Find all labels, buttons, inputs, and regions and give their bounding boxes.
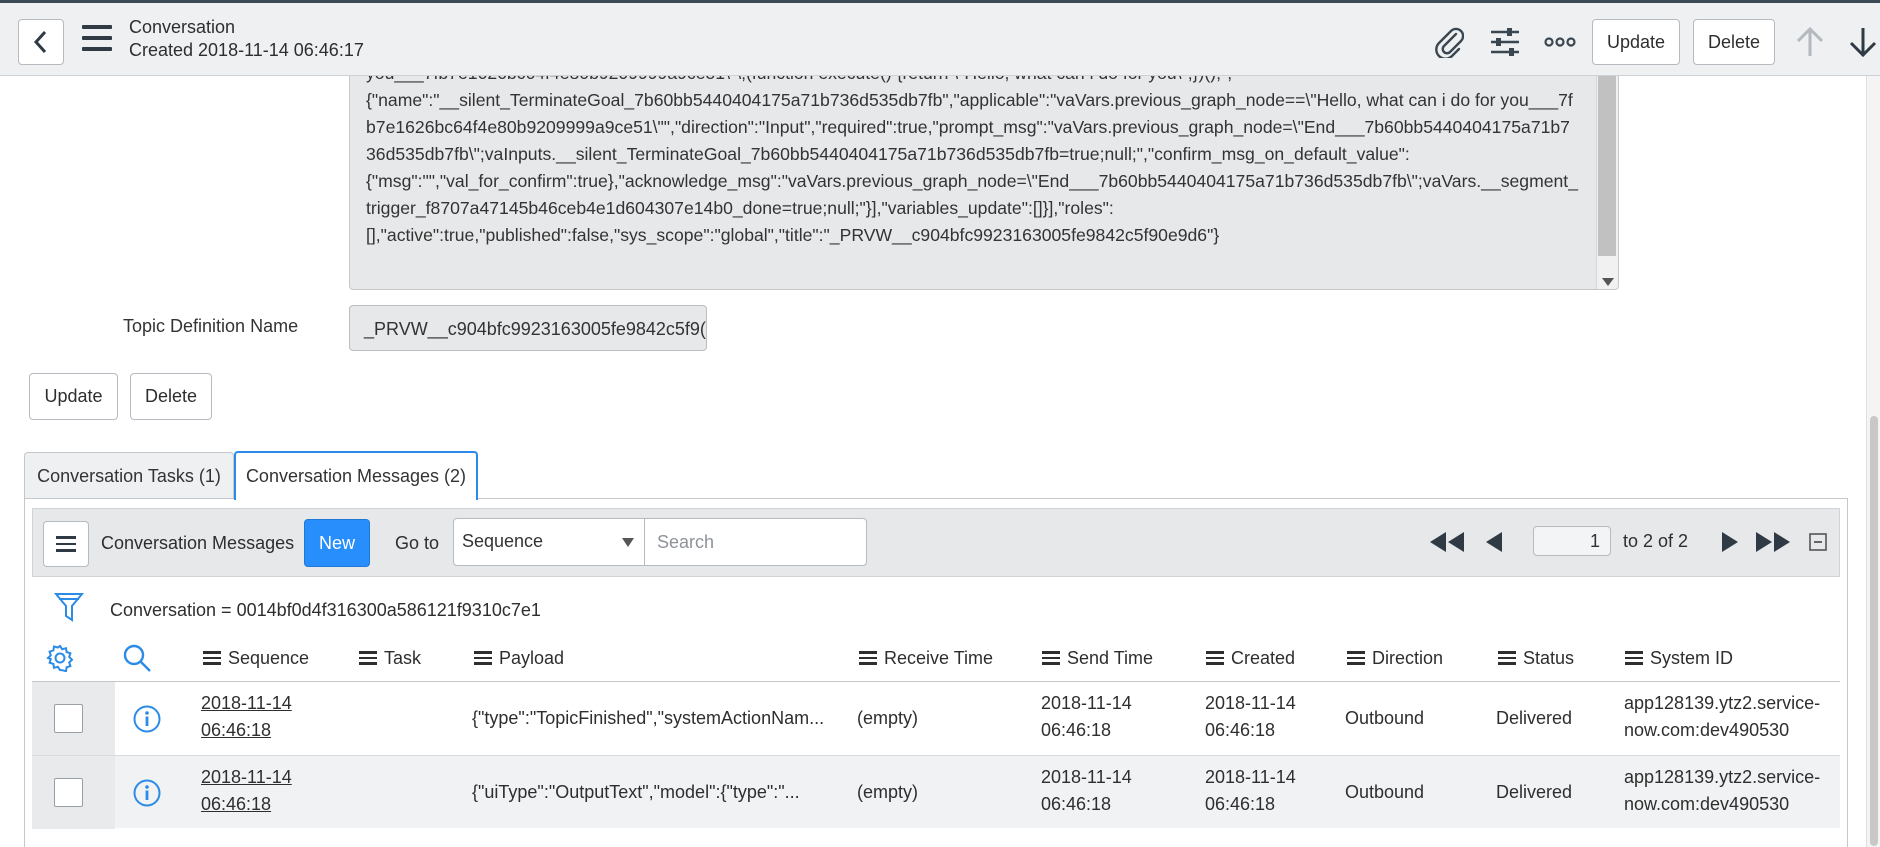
payload-cell: {"uiType":"OutputText","model":{"type":"… bbox=[472, 782, 800, 802]
dropdown-arrow-icon bbox=[622, 538, 634, 547]
sequence-link[interactable]: 2018-11-14 06:46:18 bbox=[201, 690, 292, 744]
form-update-button[interactable]: Update bbox=[29, 373, 118, 420]
menu-icon[interactable] bbox=[82, 25, 112, 51]
list-settings-icon[interactable] bbox=[46, 644, 74, 672]
receive-time-cell: (empty) bbox=[857, 708, 919, 728]
column-header-send-time[interactable]: Send Time bbox=[1042, 646, 1153, 670]
page-number-input[interactable] bbox=[1533, 526, 1611, 556]
list-title: Conversation Messages bbox=[101, 533, 295, 553]
column-header-receive-time[interactable]: Receive Time bbox=[859, 646, 993, 670]
column-header-payload[interactable]: Payload bbox=[474, 646, 564, 670]
page-range-text: to 2 of 2 bbox=[1623, 531, 1689, 551]
direction-cell: Outbound bbox=[1345, 782, 1425, 802]
tab-conversation-tasks[interactable]: Conversation Tasks (1) bbox=[24, 452, 234, 499]
created-cell: 2018-11-14 06:46:18 bbox=[1205, 767, 1296, 814]
receive-time-cell: (empty) bbox=[857, 782, 919, 802]
status-cell: Delivered bbox=[1496, 708, 1573, 728]
paperclip-icon[interactable] bbox=[1432, 25, 1466, 59]
form-header: Conversation Created 2018-11-14 06:46:17… bbox=[0, 0, 1880, 76]
next-page-icon[interactable] bbox=[1721, 527, 1739, 557]
status-cell: Delivered bbox=[1496, 782, 1573, 802]
payload-textarea[interactable]: you___7fb7e1626bc64f4e80b9209999a9ce51\"… bbox=[349, 76, 1619, 290]
topic-definition-field[interactable]: _PRVW__c904bfc9923163005fe9842c5f9( bbox=[349, 305, 707, 351]
chevron-left-icon bbox=[33, 30, 47, 54]
column-header-system-id[interactable]: System ID bbox=[1625, 646, 1733, 670]
column-header-task[interactable]: Task bbox=[359, 646, 421, 670]
arrow-down-icon[interactable] bbox=[1846, 25, 1880, 59]
system-id-cell: app128139.ytz2.service-now.com:dev490530 bbox=[1624, 693, 1821, 740]
row-checkbox[interactable] bbox=[54, 704, 83, 733]
last-page-icon[interactable] bbox=[1755, 527, 1791, 557]
column-search-icon[interactable] bbox=[122, 644, 152, 672]
filter-breadcrumb[interactable]: Conversation = 0014bf0d4f316300a586121f9… bbox=[110, 600, 541, 621]
arrow-up-icon[interactable] bbox=[1793, 25, 1827, 59]
send-time-cell: 2018-11-14 06:46:18 bbox=[1041, 693, 1132, 740]
sliders-icon[interactable] bbox=[1488, 25, 1522, 59]
info-icon[interactable] bbox=[132, 704, 162, 734]
collapse-icon[interactable] bbox=[1809, 527, 1827, 557]
scroll-down-icon[interactable] bbox=[1602, 278, 1614, 286]
info-icon[interactable] bbox=[132, 778, 162, 808]
column-header-sequence[interactable]: Sequence bbox=[203, 646, 309, 670]
list-toolbar: Conversation Messages New Go to Sequence… bbox=[32, 508, 1840, 577]
goto-field-value: Sequence bbox=[462, 531, 544, 551]
page-scrollbar[interactable] bbox=[1866, 76, 1880, 847]
filter-icon[interactable] bbox=[53, 590, 85, 629]
page-title: Conversation bbox=[129, 17, 236, 37]
row-checkbox[interactable] bbox=[54, 778, 83, 807]
textarea-content: you___7fb7e1626bc64f4e80b9209999a9ce51\"… bbox=[366, 76, 1578, 245]
direction-cell: Outbound bbox=[1345, 708, 1425, 728]
column-header-created[interactable]: Created bbox=[1206, 646, 1295, 670]
goto-label: Go to bbox=[395, 533, 440, 553]
payload-cell: {"type":"TopicFinished","systemActionNam… bbox=[472, 708, 825, 728]
more-icon[interactable] bbox=[1543, 25, 1577, 59]
form-delete-button[interactable]: Delete bbox=[130, 373, 212, 420]
page-subtitle: Created 2018-11-14 06:46:17 bbox=[129, 40, 364, 60]
list-menu-button[interactable] bbox=[43, 521, 89, 567]
system-id-cell: app128139.ytz2.service-now.com:dev490530 bbox=[1624, 767, 1821, 814]
send-time-cell: 2018-11-14 06:46:18 bbox=[1041, 767, 1132, 814]
header-delete-button[interactable]: Delete bbox=[1693, 19, 1775, 65]
search-input[interactable] bbox=[644, 518, 867, 566]
new-button[interactable]: New bbox=[304, 519, 370, 567]
tab-conversation-messages[interactable]: Conversation Messages (2) bbox=[234, 451, 478, 500]
goto-field-select[interactable]: Sequence bbox=[453, 518, 645, 566]
header-update-button[interactable]: Update bbox=[1592, 19, 1680, 65]
textarea-scrollbar[interactable] bbox=[1596, 76, 1618, 289]
back-button[interactable] bbox=[18, 19, 64, 65]
table-row: 2018-11-14 06:46:18 {"uiType":"OutputText… bbox=[32, 755, 1840, 829]
sequence-link[interactable]: 2018-11-14 06:46:18 bbox=[201, 764, 292, 818]
column-header-status[interactable]: Status bbox=[1498, 646, 1574, 670]
created-cell: 2018-11-14 06:46:18 bbox=[1205, 693, 1296, 740]
previous-page-icon[interactable] bbox=[1485, 527, 1503, 557]
table-row: 2018-11-14 06:46:18 {"type":"TopicFinishe… bbox=[32, 682, 1840, 755]
topic-definition-label: Topic Definition Name bbox=[123, 316, 299, 336]
first-page-icon[interactable] bbox=[1429, 527, 1465, 557]
column-header-direction[interactable]: Direction bbox=[1347, 646, 1443, 670]
